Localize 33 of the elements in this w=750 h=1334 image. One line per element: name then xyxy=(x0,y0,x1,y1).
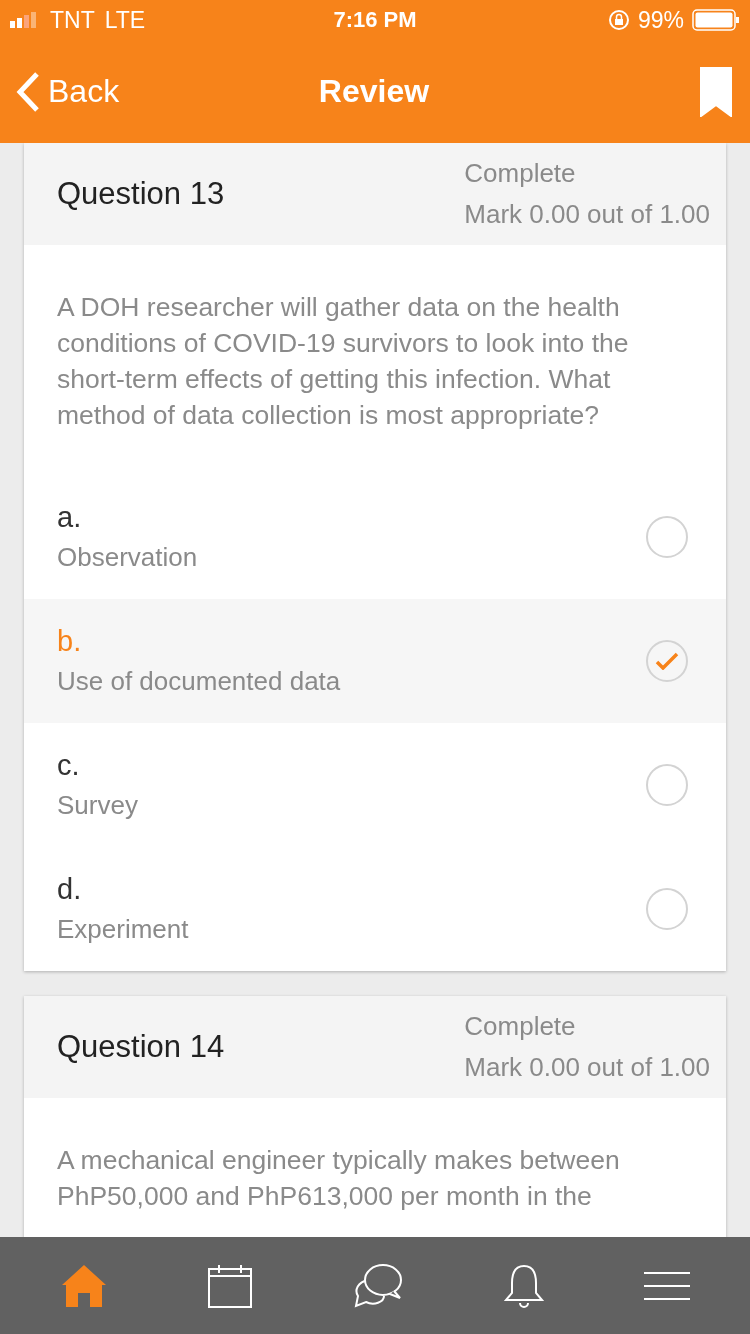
mark-text: Mark 0.00 out of 1.00 xyxy=(464,199,710,230)
status-text: Complete xyxy=(464,158,577,189)
status-text: Complete xyxy=(464,1011,577,1042)
option-letter: d. xyxy=(57,873,83,906)
check-icon xyxy=(655,652,679,670)
radio-button[interactable] xyxy=(646,516,688,558)
chevron-left-icon xyxy=(16,71,40,112)
page-title: Review xyxy=(318,73,430,110)
mark-text: Mark 0.00 out of 1.00 xyxy=(464,1052,710,1083)
bookmark-icon[interactable] xyxy=(700,66,732,117)
rotation-lock-icon xyxy=(607,9,630,31)
answer-option[interactable]: a. Observation xyxy=(24,475,726,599)
radio-button[interactable] xyxy=(646,888,688,930)
network-text: LTE xyxy=(104,6,146,34)
radio-button[interactable] xyxy=(646,764,688,806)
answer-option[interactable]: d. Experiment xyxy=(24,847,726,971)
answer-option[interactable]: c. Survey xyxy=(24,723,726,847)
clock-text: 7:16 PM xyxy=(333,7,417,33)
carrier-text: TNT xyxy=(50,6,95,34)
battery-percent-text: 99% xyxy=(637,6,684,34)
question-text: A mechanical engineer typically makes between PhP50,000 and PhP613,000 per month in the xyxy=(56,1144,621,1213)
option-text: Observation xyxy=(57,542,199,573)
option-text: Use of documented data xyxy=(57,666,342,697)
option-text: Survey xyxy=(57,790,139,821)
option-letter: a. xyxy=(57,501,83,534)
option-letter: c. xyxy=(57,749,81,782)
question-title: Question 14 xyxy=(57,1029,225,1065)
option-text: Experiment xyxy=(57,914,190,945)
battery-icon xyxy=(692,9,740,31)
option-letter: b. xyxy=(57,625,83,658)
radio-button[interactable] xyxy=(646,640,688,682)
question-text: A DOH researcher will gather data on the health conditions of COVID-19 survivors to look into the short-term effects of getting this infection. What method of data collection is most appropriate? xyxy=(56,291,630,432)
question-title: Question 13 xyxy=(57,176,225,212)
